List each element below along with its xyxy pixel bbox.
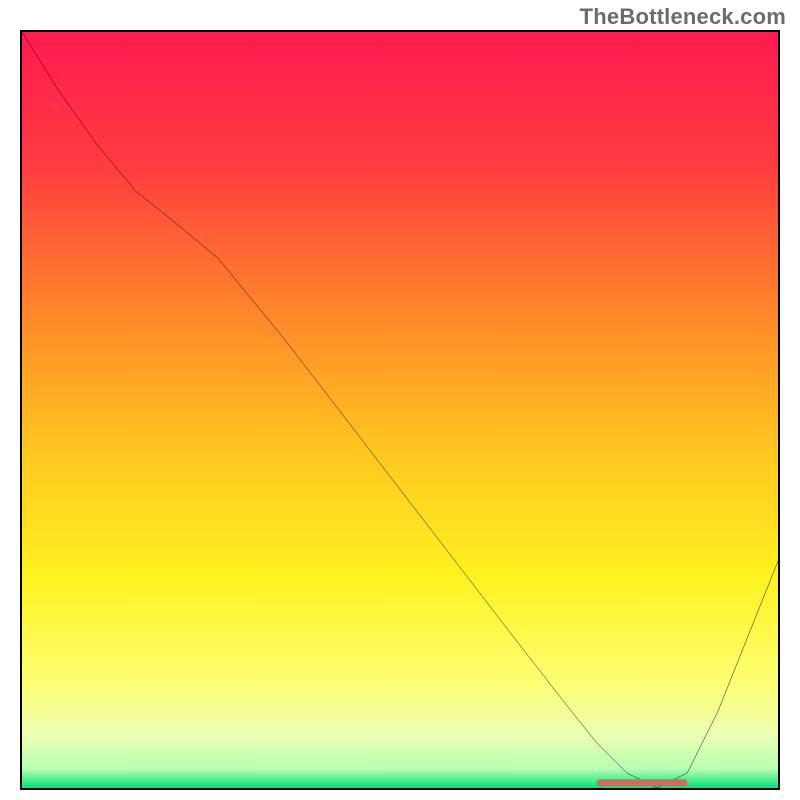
chart-root: TheBottleneck.com xyxy=(0,0,800,800)
bottleneck-chart xyxy=(22,32,778,788)
plot-frame xyxy=(20,30,780,790)
optimal-range-marker xyxy=(597,779,688,786)
watermark-text: TheBottleneck.com xyxy=(580,4,786,30)
chart-background xyxy=(22,32,778,788)
